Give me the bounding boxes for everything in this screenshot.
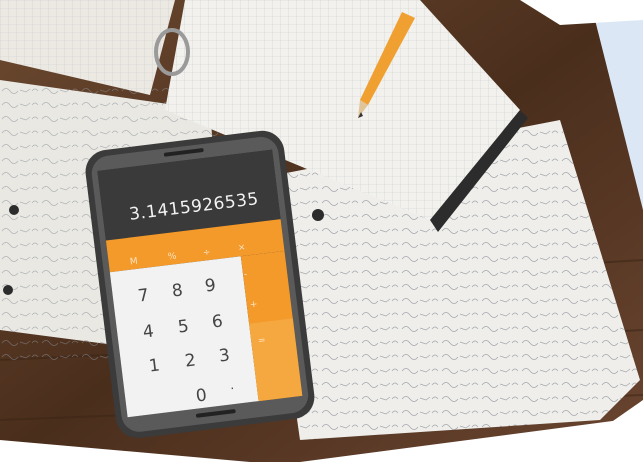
key-8: 8 [170, 280, 185, 302]
key-4: 4 [141, 321, 156, 343]
key-9: 9 [203, 275, 218, 297]
key-5: 5 [176, 316, 191, 338]
key-3: 3 [217, 345, 232, 367]
key-equals: = [257, 335, 267, 347]
key-plus: + [249, 299, 259, 311]
key-1: 1 [147, 355, 162, 377]
key-7: 7 [136, 285, 151, 307]
key-0: 0 [194, 385, 209, 407]
key-percent: % [167, 251, 178, 263]
photo-scene: 3.1415926535 7 8 9 4 5 6 1 2 3 0 . M % ÷… [0, 0, 643, 462]
photo-illustration [0, 0, 643, 462]
key-2: 2 [183, 350, 198, 372]
key-divide: ÷ [202, 247, 212, 259]
key-memory: M [129, 256, 139, 268]
key-6: 6 [210, 311, 225, 333]
key-multiply: × [237, 242, 247, 254]
